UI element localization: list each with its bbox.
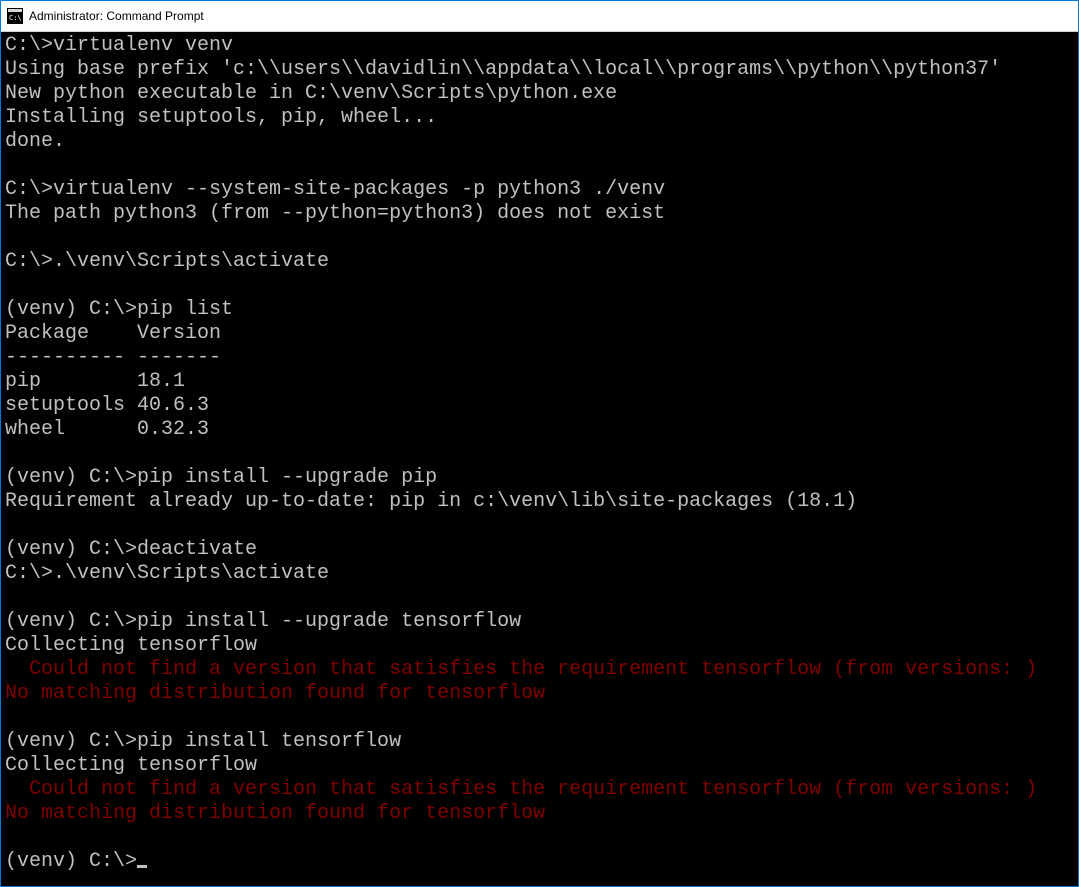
terminal-output-line: (venv) C:\>deactivate [5, 538, 1074, 562]
terminal-output-line [5, 274, 1074, 298]
terminal-output-line: Collecting tensorflow [5, 634, 1074, 658]
terminal-prompt-line[interactable]: (venv) C:\> [5, 850, 1074, 874]
terminal-output-line [5, 226, 1074, 250]
terminal-output-line: setuptools 40.6.3 [5, 394, 1074, 418]
terminal-output-line [5, 586, 1074, 610]
terminal-error-line: No matching distribution found for tenso… [5, 682, 1074, 706]
terminal-output-line [5, 442, 1074, 466]
svg-text:C:\: C:\ [9, 14, 22, 22]
terminal-output-line: pip 18.1 [5, 370, 1074, 394]
terminal-prompt: (venv) C:\> [5, 850, 137, 873]
cmd-icon: C:\ [7, 8, 23, 24]
terminal-output-line: Installing setuptools, pip, wheel... [5, 106, 1074, 130]
terminal-output-line: (venv) C:\>pip install --upgrade pip [5, 466, 1074, 490]
terminal-error-line: Could not find a version that satisfies … [5, 658, 1074, 682]
terminal-output-line: (venv) C:\>pip install tensorflow [5, 730, 1074, 754]
window-title: Administrator: Command Prompt [29, 9, 204, 23]
terminal-error-line: No matching distribution found for tenso… [5, 802, 1074, 826]
terminal-output-line: Requirement already up-to-date: pip in c… [5, 490, 1074, 514]
terminal-output-line [5, 154, 1074, 178]
terminal-output-line: C:\>.\venv\Scripts\activate [5, 250, 1074, 274]
terminal-output-line: ---------- ------- [5, 346, 1074, 370]
terminal-output-line: New python executable in C:\venv\Scripts… [5, 82, 1074, 106]
terminal-output-line: C:\>.\venv\Scripts\activate [5, 562, 1074, 586]
terminal-output-line: Package Version [5, 322, 1074, 346]
terminal-error-line: Could not find a version that satisfies … [5, 778, 1074, 802]
terminal-output-line: C:\>virtualenv venv [5, 34, 1074, 58]
titlebar[interactable]: C:\ Administrator: Command Prompt [1, 1, 1078, 32]
terminal-output-line: The path python3 (from --python=python3)… [5, 202, 1074, 226]
terminal-output-line [5, 706, 1074, 730]
terminal-output-line: (venv) C:\>pip install --upgrade tensorf… [5, 610, 1074, 634]
terminal-output-line: wheel 0.32.3 [5, 418, 1074, 442]
terminal-output-line: C:\>virtualenv --system-site-packages -p… [5, 178, 1074, 202]
terminal-output-area[interactable]: C:\>virtualenv venvUsing base prefix 'c:… [1, 32, 1078, 886]
terminal-output-line: Collecting tensorflow [5, 754, 1074, 778]
terminal-output-line: done. [5, 130, 1074, 154]
terminal-output-line [5, 826, 1074, 850]
terminal-output-line: (venv) C:\>pip list [5, 298, 1074, 322]
terminal-output-line [5, 514, 1074, 538]
terminal-output-line: Using base prefix 'c:\\users\\davidlin\\… [5, 58, 1074, 82]
terminal-cursor [137, 865, 147, 868]
